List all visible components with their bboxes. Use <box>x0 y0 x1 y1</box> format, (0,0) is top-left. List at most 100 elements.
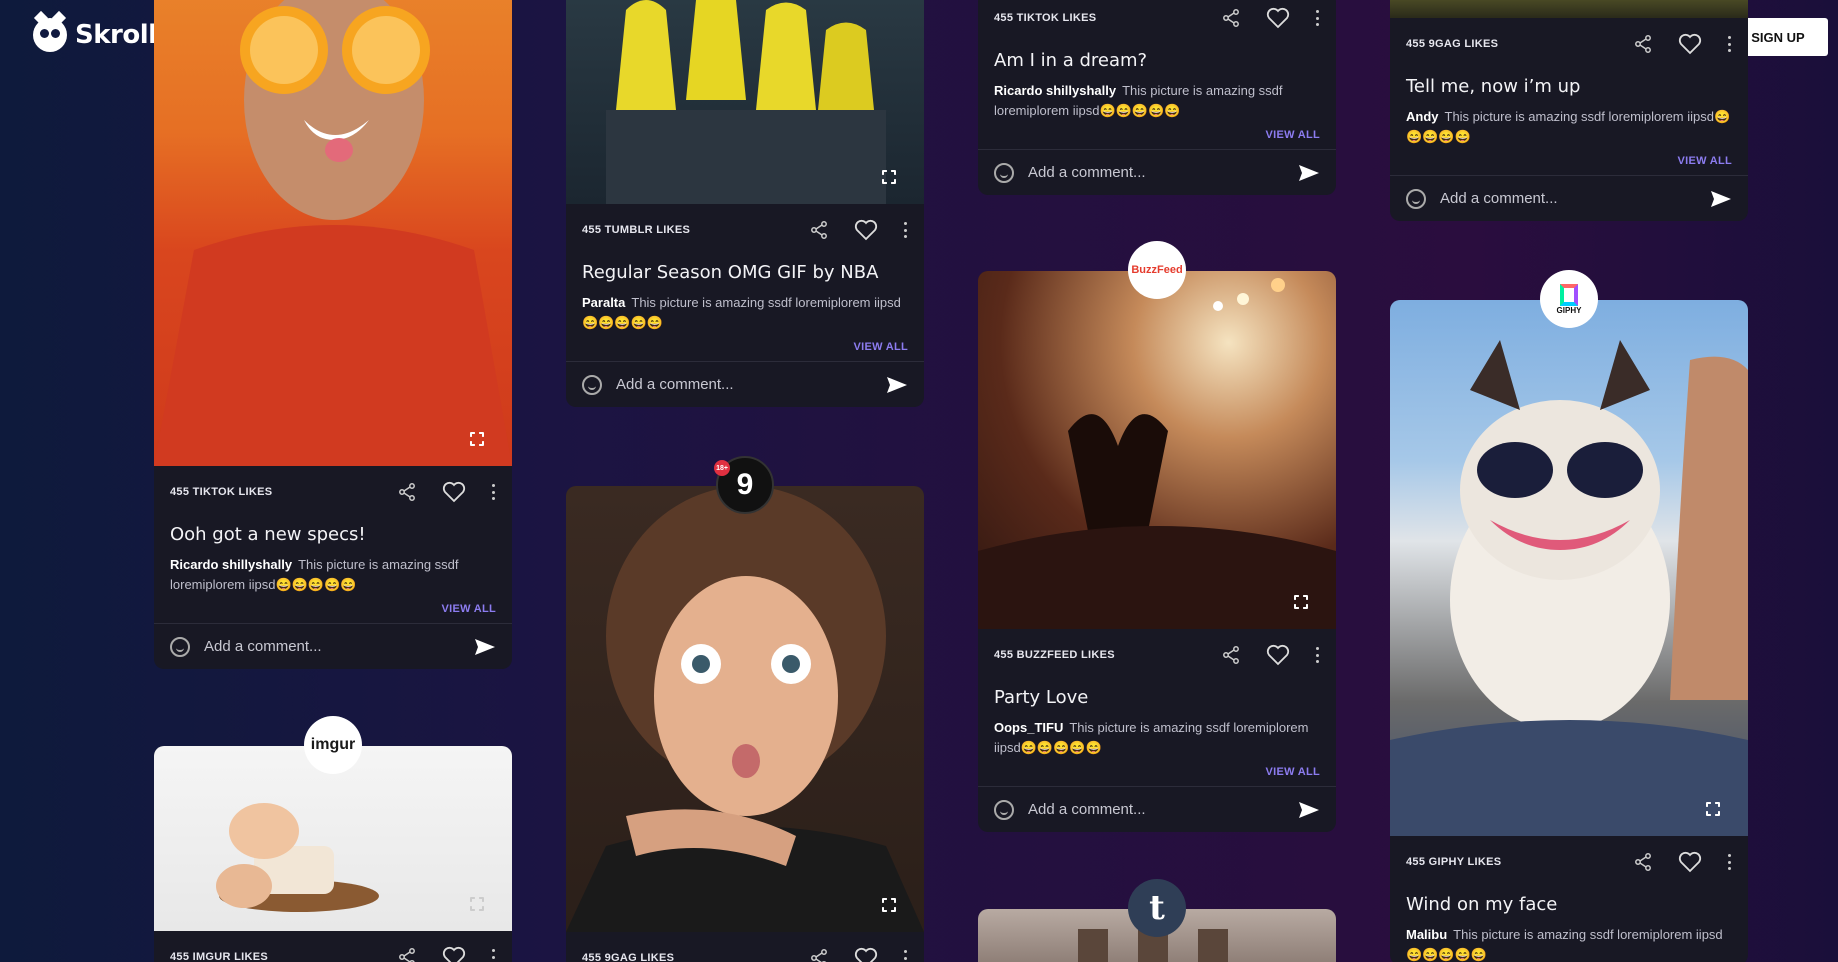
likes-count: 455 GIPHY LIKES <box>1406 856 1502 868</box>
share-icon[interactable] <box>1222 9 1240 27</box>
post-meta: 455 IMGUR LIKES <box>154 931 512 962</box>
woman-oranges-photo <box>154 0 512 466</box>
giphy-badge: GIPHY <box>1540 270 1598 328</box>
post-title: Am I in a dream? <box>994 50 1148 71</box>
post-title: Tell me, now i’m up <box>1406 76 1581 97</box>
comment-input[interactable] <box>1028 801 1284 818</box>
buzzfeed-badge: BuzzFeed <box>1128 241 1186 299</box>
likes-count: 455 IMGUR LIKES <box>170 951 269 962</box>
heart-icon[interactable] <box>854 219 878 241</box>
send-icon[interactable] <box>474 638 496 656</box>
post-card: t <box>978 879 1336 962</box>
post-title: Party Love <box>994 687 1089 708</box>
likes-count: 455 TUMBLR LIKES <box>582 224 691 236</box>
post-image[interactable] <box>566 0 924 204</box>
post-comment: Andy This picture is amazing ssdf loremip… <box>1390 107 1748 147</box>
more-options-icon[interactable] <box>492 949 496 962</box>
emoji-icon[interactable] <box>1406 188 1426 209</box>
post-title: Wind on my face <box>1406 894 1558 915</box>
comment-user[interactable]: Ricardo shillyshally <box>994 83 1116 98</box>
post-meta: 455 TIKTOK LIKES <box>978 0 1336 44</box>
send-icon[interactable] <box>1298 801 1320 819</box>
comment-input[interactable] <box>616 376 872 393</box>
comment-user[interactable]: Andy <box>1406 109 1439 124</box>
send-icon[interactable] <box>1298 164 1320 182</box>
post-image[interactable] <box>1390 300 1748 836</box>
skrollo-logo-icon <box>33 10 67 52</box>
more-options-icon[interactable] <box>1728 854 1732 870</box>
post-card: 455 TIKTOK LIKES Ooh got a new specs! Ri… <box>154 0 512 669</box>
concert-crowd-photo <box>978 278 1336 629</box>
comment-text: This picture is amazing ssdf loremiplore… <box>582 295 901 330</box>
likes-count: 455 9GAG LIKES <box>1406 38 1499 50</box>
heart-icon[interactable] <box>442 481 466 503</box>
share-icon[interactable] <box>1222 646 1240 664</box>
heart-icon[interactable] <box>1678 33 1702 55</box>
comment-user[interactable]: Malibu <box>1406 927 1447 942</box>
view-all-link[interactable]: VIEW ALL <box>154 595 512 623</box>
post-card: 455 TUMBLR LIKES Regular Season OMG GIF … <box>566 0 924 407</box>
heart-icon[interactable] <box>854 947 878 962</box>
comment-user[interactable]: Paralta <box>582 295 625 310</box>
heart-icon[interactable] <box>1266 644 1290 666</box>
post-image[interactable] <box>978 271 1336 629</box>
comment-text: This picture is amazing ssdf loremiplore… <box>1406 927 1723 962</box>
send-icon[interactable] <box>1710 190 1732 208</box>
more-options-icon[interactable] <box>1316 10 1320 26</box>
view-all-link[interactable]: VIEW ALL <box>566 333 924 361</box>
comment-input[interactable] <box>1028 164 1284 181</box>
post-title: Ooh got a new specs! <box>170 524 366 545</box>
more-options-icon[interactable] <box>904 222 908 238</box>
comment-text: This picture is amazing ssdf loremiplore… <box>1406 109 1731 144</box>
heart-icon[interactable] <box>1678 851 1702 873</box>
more-options-icon[interactable] <box>492 484 496 500</box>
post-comment: Paralta This picture is amazing ssdf lore… <box>566 293 924 333</box>
post-comment: Ricardo shillyshally This picture is amaz… <box>154 555 512 595</box>
share-icon[interactable] <box>810 949 828 962</box>
share-icon[interactable] <box>810 221 828 239</box>
post-image[interactable] <box>154 0 512 466</box>
share-icon[interactable] <box>1634 35 1652 53</box>
comment-user[interactable]: Oops_TIFU <box>994 720 1063 735</box>
more-options-icon[interactable] <box>1728 36 1732 52</box>
post-comment: Ricardo shillyshally This picture is amaz… <box>978 81 1336 121</box>
likes-count: 455 TIKTOK LIKES <box>170 486 273 498</box>
emoji-icon[interactable] <box>994 162 1014 183</box>
post-meta: 455 BUZZFEED LIKES <box>978 629 1336 681</box>
brand-logo[interactable]: Skrollo <box>33 10 174 52</box>
post-card: 455 TIKTOK LIKES Am I in a dream? Ricard… <box>978 0 1336 195</box>
comment-input[interactable] <box>1440 190 1696 207</box>
view-all-link[interactable]: VIEW ALL <box>978 121 1336 149</box>
add-comment-bar <box>154 623 512 669</box>
heart-icon[interactable] <box>442 946 466 962</box>
post-meta: 455 9GAG LIKES <box>566 932 924 962</box>
more-options-icon[interactable] <box>1316 647 1320 663</box>
comment-user[interactable]: Ricardo shillyshally <box>170 557 292 572</box>
add-comment-bar <box>1390 175 1748 221</box>
post-card: imgur 455 IMGUR LIKES <box>154 716 512 962</box>
share-icon[interactable] <box>1634 853 1652 871</box>
likes-count: 455 BUZZFEED LIKES <box>994 649 1115 661</box>
post-image[interactable] <box>566 486 924 932</box>
giphy-logo-icon <box>1560 283 1578 306</box>
add-comment-bar <box>978 149 1336 195</box>
heart-icon[interactable] <box>1266 7 1290 29</box>
tumblr-badge: t <box>1128 879 1186 937</box>
post-card: 9 18+ 455 9GAG LIKES <box>566 456 924 962</box>
imgur-badge: imgur <box>304 716 362 774</box>
age-rating-badge: 18+ <box>714 460 730 476</box>
likes-count: 455 TIKTOK LIKES <box>994 12 1097 24</box>
view-all-link[interactable]: VIEW ALL <box>978 758 1336 786</box>
more-options-icon[interactable] <box>904 950 908 962</box>
view-all-link[interactable]: VIEW ALL <box>1390 147 1748 175</box>
emoji-icon[interactable] <box>170 636 190 657</box>
post-meta: 455 GIPHY LIKES <box>1390 836 1748 888</box>
post-image[interactable] <box>1390 0 1748 18</box>
emoji-icon[interactable] <box>994 799 1014 820</box>
share-icon[interactable] <box>398 948 416 962</box>
emoji-icon[interactable] <box>582 374 602 395</box>
comment-input[interactable] <box>204 638 460 655</box>
share-icon[interactable] <box>398 483 416 501</box>
send-icon[interactable] <box>886 376 908 394</box>
post-title: Regular Season OMG GIF by NBA <box>582 262 879 283</box>
